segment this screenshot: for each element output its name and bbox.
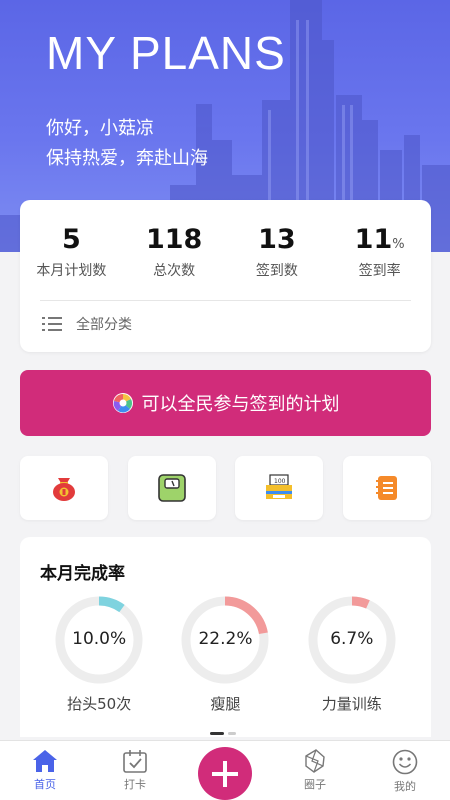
notebook-icon xyxy=(375,476,397,500)
tab-circle[interactable]: 圈子 xyxy=(270,741,360,800)
banner-text: 可以全民参与签到的计划 xyxy=(141,394,340,415)
category-label: 全部分类 xyxy=(76,317,132,333)
tab-label: 圈子 xyxy=(304,778,326,791)
tab-label: 我的 xyxy=(394,780,416,793)
stat-label: 本月计划数 xyxy=(36,263,107,279)
tab-label: 首页 xyxy=(34,778,56,791)
tab-checkin[interactable]: 打卡 xyxy=(90,741,180,800)
stat-label: 签到率 xyxy=(358,263,401,279)
tab-add[interactable] xyxy=(180,741,270,800)
ring-label: 力量训练 xyxy=(321,695,382,713)
scale-icon xyxy=(157,474,186,502)
ring-label: 瘦腿 xyxy=(210,695,241,713)
greeting-text: 你好，小菇凉 xyxy=(46,118,154,139)
bottom-tab-bar: 首页 打卡 圈子 我的 xyxy=(0,740,450,800)
stat-value: 13 xyxy=(258,224,296,255)
tab-home[interactable]: 首页 xyxy=(0,741,90,800)
svg-text:100: 100 xyxy=(274,478,286,485)
completion-rings: 10.0% 抬头50次 22.2% 瘦腿 6.7% 力量训练 xyxy=(20,595,431,714)
page-dot xyxy=(228,732,236,735)
money-bag-icon xyxy=(53,478,75,501)
aperture-icon xyxy=(305,749,325,773)
ring-item[interactable]: 22.2% 瘦腿 xyxy=(170,595,280,714)
app-title: MY PLANS xyxy=(46,27,286,79)
stats-row: 5 本月计划数 118 总次数 13 签到数 11% 签到率 xyxy=(20,222,431,280)
stat-value: 5 xyxy=(61,224,81,255)
tile-scale[interactable] xyxy=(127,456,216,520)
divider xyxy=(40,300,411,301)
color-wheel-icon xyxy=(112,393,133,413)
quick-tiles: 100 xyxy=(20,456,431,520)
slogan-text: 保持热爱，奔赴山海 xyxy=(46,148,208,169)
ring-item[interactable]: 6.7% 力量训练 xyxy=(297,595,407,714)
tab-label: 打卡 xyxy=(124,778,146,791)
stat-value: 11 xyxy=(354,224,393,255)
page-indicator xyxy=(210,732,240,735)
add-plan-button[interactable] xyxy=(198,747,252,800)
stat-label: 总次数 xyxy=(153,263,196,279)
stat-checkin-count[interactable]: 13 签到数 xyxy=(226,222,329,280)
ring-percent: 6.7% xyxy=(330,629,374,649)
cash-register-icon: 100 xyxy=(266,474,293,499)
stat-monthly-plans[interactable]: 5 本月计划数 xyxy=(20,222,123,280)
tile-cash-register[interactable]: 100 xyxy=(235,456,324,520)
ring-percent: 10.0% xyxy=(72,629,127,649)
stat-value: 118 xyxy=(145,224,203,255)
stat-unit: % xyxy=(392,237,405,252)
page-dot-active xyxy=(210,732,224,735)
tile-notebook[interactable] xyxy=(342,456,431,520)
stats-card: 5 本月计划数 118 总次数 13 签到数 11% 签到率 全部分类 xyxy=(20,200,431,352)
list-icon xyxy=(42,317,62,331)
plus-icon xyxy=(212,760,238,787)
calendar-check-icon xyxy=(123,750,147,773)
all-categories-button[interactable]: 全部分类 xyxy=(42,312,132,336)
home-icon xyxy=(33,750,57,772)
ring-percent: 22.2% xyxy=(198,629,253,649)
ring-label: 抬头50次 xyxy=(67,695,132,713)
section-title: 本月完成率 xyxy=(40,564,125,584)
tab-profile[interactable]: 我的 xyxy=(360,741,450,800)
public-plan-banner[interactable]: 可以全民参与签到的计划 xyxy=(20,370,431,436)
stat-checkin-rate[interactable]: 11% 签到率 xyxy=(328,222,431,280)
tile-money-bag[interactable] xyxy=(20,456,108,520)
stat-total-count[interactable]: 118 总次数 xyxy=(123,222,226,280)
ring-item[interactable]: 10.0% 抬头50次 xyxy=(44,595,154,714)
stat-label: 签到数 xyxy=(255,263,298,279)
smile-icon xyxy=(392,749,418,775)
monthly-completion-card: 本月完成率 10.0% 抬头50次 22.2% 瘦腿 6.7% 力量训练 xyxy=(20,537,431,737)
